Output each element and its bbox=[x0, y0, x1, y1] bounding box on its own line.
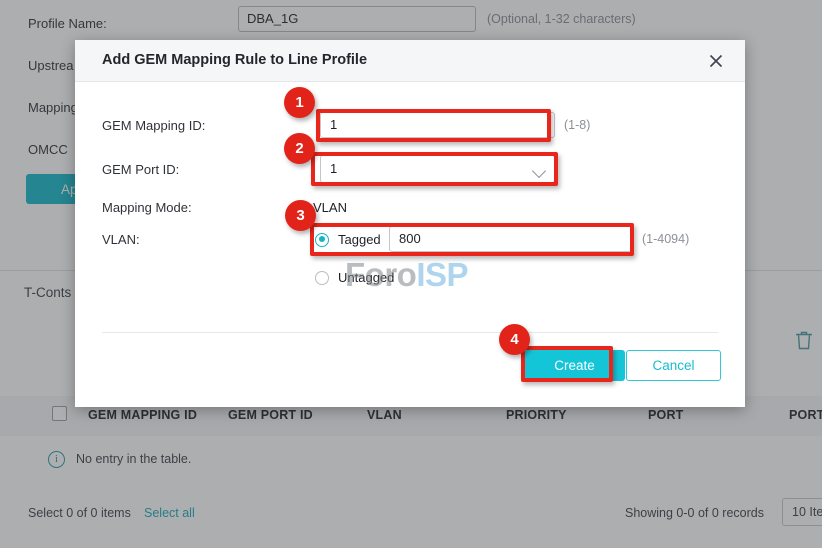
gem-mapping-id-label: GEM Mapping ID: bbox=[102, 118, 205, 133]
chevron-down-icon bbox=[532, 164, 546, 178]
vlan-untagged-label: Untagged bbox=[338, 270, 394, 285]
dialog-title: Add GEM Mapping Rule to Line Profile bbox=[102, 52, 367, 68]
add-gem-mapping-rule-dialog: Add GEM Mapping Rule to Line Profile GEM… bbox=[75, 40, 745, 407]
mapping-mode-label: Mapping Mode: bbox=[102, 200, 192, 215]
vlan-untagged-option[interactable]: Untagged bbox=[315, 270, 394, 285]
gem-port-id-select[interactable]: 1 bbox=[320, 155, 555, 183]
vlan-hint: (1-4094) bbox=[642, 232, 689, 246]
gem-port-id-value: 1 bbox=[330, 161, 337, 176]
vlan-untagged-radio[interactable] bbox=[315, 271, 329, 285]
mapping-mode-value: VLAN bbox=[313, 200, 347, 215]
dialog-divider bbox=[102, 332, 718, 333]
cancel-button[interactable]: Cancel bbox=[626, 350, 721, 381]
vlan-label: VLAN: bbox=[102, 232, 140, 247]
vlan-tagged-option[interactable]: Tagged bbox=[315, 232, 381, 247]
gem-mapping-id-hint: (1-8) bbox=[564, 118, 590, 132]
create-button[interactable]: Create bbox=[524, 350, 625, 381]
vlan-tagged-label: Tagged bbox=[338, 232, 381, 247]
vlan-tagged-radio[interactable] bbox=[315, 233, 329, 247]
dialog-header: Add GEM Mapping Rule to Line Profile bbox=[75, 40, 745, 82]
gem-mapping-id-input[interactable]: 1 bbox=[320, 112, 555, 138]
screen-root: Profile Name: DBA_1G (Optional, 1-32 cha… bbox=[0, 0, 822, 548]
gem-port-id-label: GEM Port ID: bbox=[102, 162, 179, 177]
close-icon[interactable] bbox=[705, 50, 727, 72]
vlan-tagged-input[interactable]: 800 bbox=[389, 226, 634, 252]
